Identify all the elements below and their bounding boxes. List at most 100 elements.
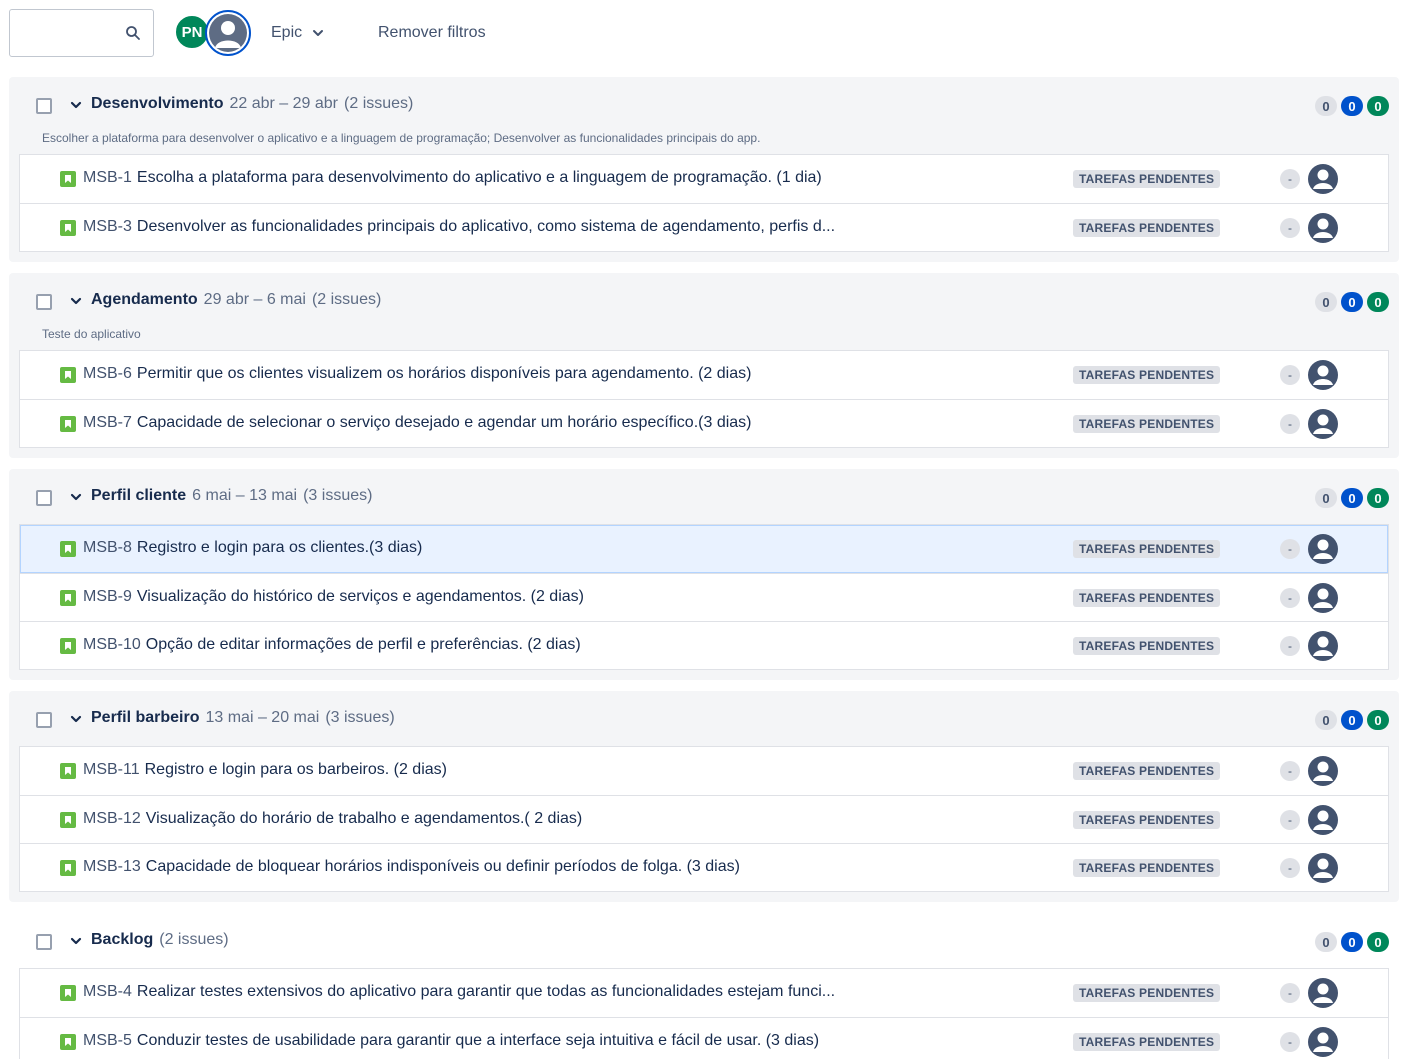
done-count-badge: 0 <box>1367 292 1389 312</box>
search-box[interactable] <box>9 9 154 57</box>
issue-row[interactable]: MSB-5 Conduzir testes de usabilidade para… <box>20 1017 1388 1059</box>
status-badge[interactable]: TAREFAS PENDENTES <box>1073 170 1221 188</box>
issue-row[interactable]: MSB-1 Escolha a plataforma para desenvolv… <box>20 155 1388 203</box>
remove-filters-button[interactable]: Remover filtros <box>378 21 486 45</box>
assignee-avatar[interactable] <box>1307 582 1339 614</box>
sprint-name: Agendamento <box>91 291 198 308</box>
assignee-avatar[interactable] <box>1307 804 1339 836</box>
issue-row[interactable]: MSB-10 Opção de editar informações de per… <box>20 621 1388 669</box>
sprint-dates: 6 mai – 13 mai <box>192 487 298 504</box>
sprint-select-checkbox[interactable] <box>36 294 52 310</box>
story-icon <box>60 985 76 1001</box>
sprint-title[interactable]: Perfil barbeiro 13 mai – 20 mai (3 issues) <box>91 709 395 727</box>
status-badge[interactable]: TAREFAS PENDENTES <box>1073 762 1221 780</box>
status-badge[interactable]: TAREFAS PENDENTES <box>1073 984 1221 1002</box>
issue-key[interactable]: MSB-1 <box>83 169 132 186</box>
status-badge[interactable]: TAREFAS PENDENTES <box>1073 366 1221 384</box>
issue-key[interactable]: MSB-5 <box>83 1032 132 1049</box>
status-badge[interactable]: TAREFAS PENDENTES <box>1073 589 1221 607</box>
issue-summary: Permitir que os clientes visualizem os h… <box>136 365 752 382</box>
sprint-select-checkbox[interactable] <box>36 98 52 114</box>
estimate-badge: - <box>1280 858 1300 878</box>
issue-key[interactable]: MSB-12 <box>83 810 141 827</box>
issue-row[interactable]: MSB-9 Visualização do histórico de serviç… <box>20 573 1388 621</box>
issue-row[interactable]: MSB-7 Capacidade de selecionar o serviço … <box>20 399 1388 447</box>
chevron-down-icon[interactable] <box>70 713 82 725</box>
assignee-avatar[interactable] <box>1307 533 1339 565</box>
inprogress-count-badge: 0 <box>1341 292 1363 312</box>
assignee-avatar[interactable] <box>1307 163 1339 195</box>
estimate-badge: - <box>1280 365 1300 385</box>
sprint-desenvolvimento: Desenvolvimento 22 abr – 29 abr (2 issues)… <box>9 77 1399 262</box>
issue-key[interactable]: MSB-8 <box>83 539 132 556</box>
issue-row[interactable]: MSB-6 Permitir que os clientes visualizem… <box>20 351 1388 399</box>
chevron-down-icon[interactable] <box>70 99 82 111</box>
sprint-select-checkbox[interactable] <box>36 712 52 728</box>
search-input[interactable] <box>18 10 128 56</box>
todo-count-badge: 0 <box>1315 96 1337 116</box>
issue-summary: Opção de editar informações de perfil e … <box>145 636 581 653</box>
issue-summary: Capacidade de selecionar o serviço desej… <box>136 414 752 431</box>
user-icon <box>1308 213 1338 243</box>
assignee-avatar[interactable] <box>1307 977 1339 1009</box>
assignee-avatar[interactable] <box>1307 408 1339 440</box>
avatar-filter-unassigned[interactable] <box>205 10 251 56</box>
assignee-avatar[interactable] <box>1307 630 1339 662</box>
epic-filter-dropdown[interactable]: Epic <box>271 21 324 45</box>
status-badge[interactable]: TAREFAS PENDENTES <box>1073 540 1221 558</box>
issue-row[interactable]: MSB-11 Registro e login para os barbeiros… <box>20 747 1388 795</box>
status-badge[interactable]: TAREFAS PENDENTES <box>1073 415 1221 433</box>
user-icon <box>1308 805 1338 835</box>
todo-count-badge: 0 <box>1315 710 1337 730</box>
chevron-down-icon <box>313 30 324 36</box>
issue-row[interactable]: MSB-3 Desenvolver as funcionalidades prin… <box>20 203 1388 251</box>
issue-row[interactable]: MSB-4 Realizar testes extensivos do aplic… <box>20 969 1388 1017</box>
sprint-title[interactable]: Desenvolvimento 22 abr – 29 abr (2 issues) <box>91 95 413 113</box>
sprint-dates: 13 mai – 20 mai <box>205 709 320 726</box>
sprint-select-checkbox[interactable] <box>36 490 52 506</box>
user-icon <box>1308 853 1338 883</box>
issue-row[interactable]: MSB-12 Visualização do horário de trabalh… <box>20 795 1388 843</box>
backlog-issue-count: (2 issues) <box>159 931 229 948</box>
inprogress-count-badge: 0 <box>1341 96 1363 116</box>
issue-key[interactable]: MSB-9 <box>83 588 132 605</box>
issue-key[interactable]: MSB-4 <box>83 983 132 1000</box>
sprint-agendamento: Agendamento 29 abr – 6 mai (2 issues) Test… <box>9 273 1399 458</box>
chevron-down-icon[interactable] <box>70 295 82 307</box>
issue-key[interactable]: MSB-6 <box>83 365 132 382</box>
sprint-status-counts: 0 0 0 <box>1315 292 1389 312</box>
sprint-title[interactable]: Perfil cliente 6 mai – 13 mai (3 issues) <box>91 487 372 505</box>
issue-key[interactable]: MSB-7 <box>83 414 132 431</box>
issue-row[interactable]: MSB-13 Capacidade de bloquear horários in… <box>20 843 1388 891</box>
issue-key[interactable]: MSB-13 <box>83 858 141 875</box>
sprint-issue-count: (2 issues) <box>311 291 382 308</box>
chevron-down-icon[interactable] <box>70 935 82 947</box>
issue-list: MSB-6 Permitir que os clientes visualizem… <box>19 350 1389 448</box>
chevron-down-icon[interactable] <box>70 491 82 503</box>
todo-count-badge: 0 <box>1315 292 1337 312</box>
done-count-badge: 0 <box>1367 488 1389 508</box>
backlog-name: Backlog <box>91 931 154 948</box>
issue-key[interactable]: MSB-3 <box>83 218 132 235</box>
sprint-dates: 29 abr – 6 mai <box>203 291 306 308</box>
issue-key[interactable]: MSB-11 <box>83 761 140 778</box>
status-badge[interactable]: TAREFAS PENDENTES <box>1073 1033 1221 1051</box>
assignee-avatar[interactable] <box>1307 212 1339 244</box>
status-badge[interactable]: TAREFAS PENDENTES <box>1073 219 1221 237</box>
backlog-title[interactable]: Backlog (2 issues) <box>91 931 229 949</box>
status-badge[interactable]: TAREFAS PENDENTES <box>1073 859 1221 877</box>
assignee-avatar[interactable] <box>1307 852 1339 884</box>
inprogress-count-badge: 0 <box>1341 932 1363 952</box>
sprint-perfil-barbeiro: Perfil barbeiro 13 mai – 20 mai (3 issues)… <box>9 691 1399 902</box>
assignee-avatar[interactable] <box>1307 1026 1339 1058</box>
issue-key[interactable]: MSB-10 <box>83 636 141 653</box>
sprint-title[interactable]: Agendamento 29 abr – 6 mai (2 issues) <box>91 291 381 309</box>
status-badge[interactable]: TAREFAS PENDENTES <box>1073 637 1221 655</box>
backlog-select-checkbox[interactable] <box>36 934 52 950</box>
status-badge[interactable]: TAREFAS PENDENTES <box>1073 811 1221 829</box>
issue-list: MSB-8 Registro e login para os clientes.(… <box>19 524 1389 670</box>
issue-row[interactable]: MSB-8 Registro e login para os clientes.(… <box>20 525 1388 573</box>
story-icon <box>60 812 76 828</box>
assignee-avatar[interactable] <box>1307 755 1339 787</box>
assignee-avatar[interactable] <box>1307 359 1339 391</box>
